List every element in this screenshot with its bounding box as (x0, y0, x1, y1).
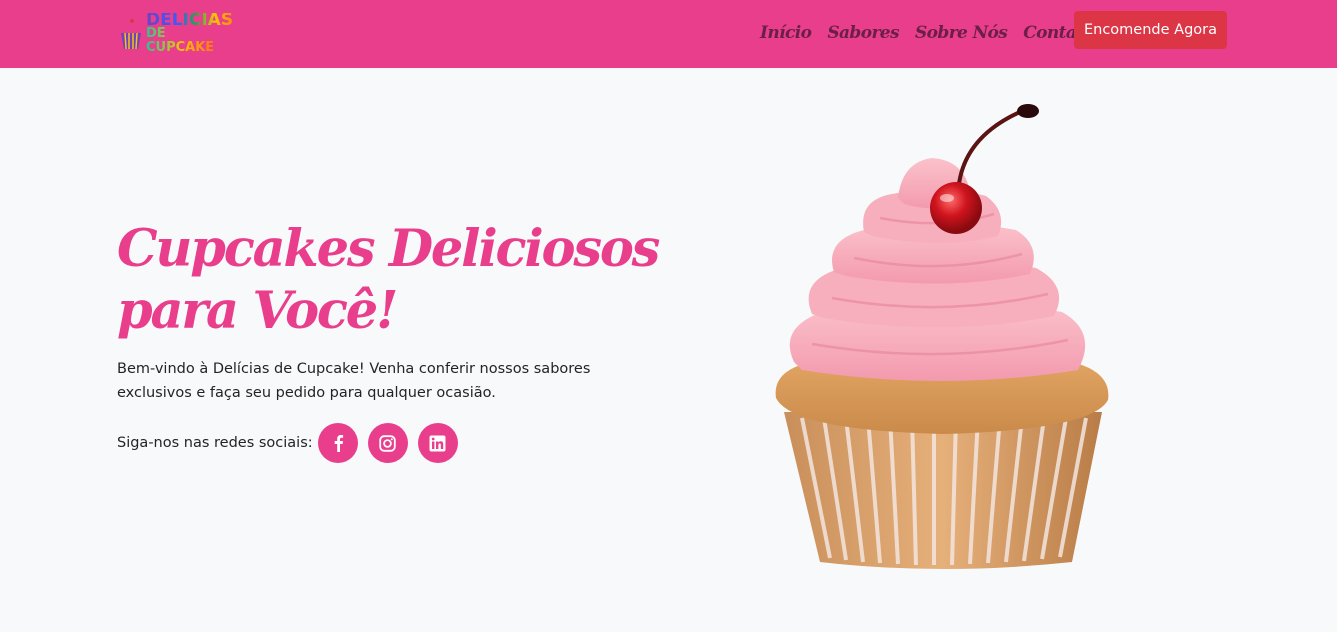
hero-title: Cupcakes Deliciosos para Você! (117, 219, 660, 341)
nav-links: Início Sabores Sobre Nós Contato (760, 20, 1095, 46)
order-now-button[interactable]: Encomende Agora (1074, 11, 1227, 49)
linkedin-button[interactable] (417, 423, 458, 463)
logo-text: DELÍCIAS DE CUPCAKE (146, 12, 238, 55)
facebook-button[interactable] (317, 423, 358, 463)
nav-link-sobre-nos[interactable]: Sobre Nós (915, 20, 1008, 46)
linkedin-icon (429, 435, 446, 451)
cupcake-logo-icon (121, 19, 142, 50)
cupcake-image (775, 104, 1109, 569)
social-links: Siga-nos nas redes sociais: (117, 423, 458, 463)
logo-line-2: DE CUPCAKE (146, 27, 238, 55)
instagram-icon (379, 434, 396, 452)
social-label: Siga-nos nas redes sociais: (117, 435, 313, 451)
facebook-icon (334, 435, 343, 452)
nav-link-inicio[interactable]: Início (760, 20, 812, 46)
logo-line-1: DELÍCIAS (146, 12, 238, 29)
nav-link-sabores[interactable]: Sabores (827, 20, 899, 46)
navbar: DELÍCIAS DE CUPCAKE Início Sabores Sobre… (0, 0, 1337, 68)
hero-description: Bem-vindo à Delícias de Cupcake! Venha c… (117, 361, 591, 401)
brand-logo[interactable]: DELÍCIAS DE CUPCAKE (118, 12, 238, 55)
instagram-button[interactable] (367, 423, 408, 463)
